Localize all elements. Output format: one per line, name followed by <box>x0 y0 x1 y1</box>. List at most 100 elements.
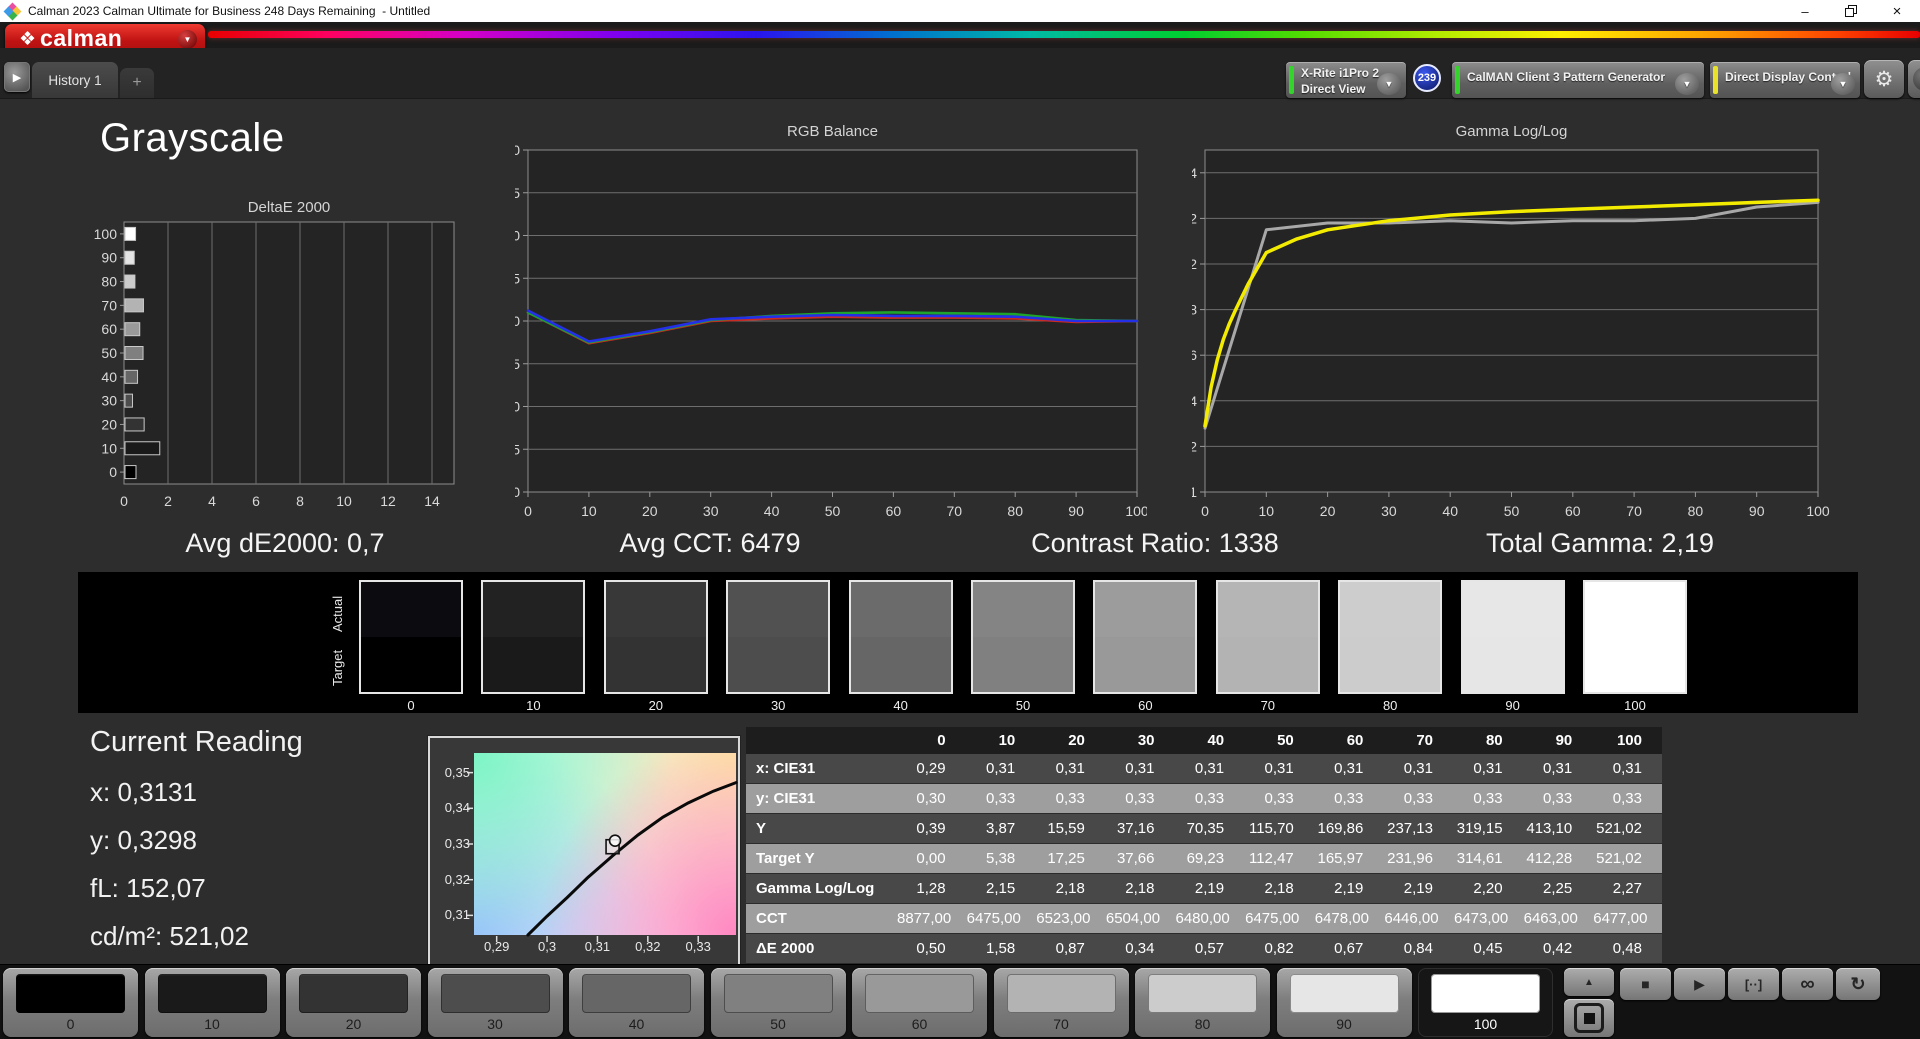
table-col-header-100: 100 <box>1592 727 1662 754</box>
measurement-table: 0 10 20 30 40 50 60 70 80 90 100 x: CIE31 0,29 0,31 0,… <box>746 727 1662 964</box>
svg-text:0: 0 <box>524 503 532 519</box>
svg-text:100: 100 <box>1125 503 1147 519</box>
svg-text:6: 6 <box>252 493 260 509</box>
swatch-target <box>1340 637 1441 692</box>
close-button[interactable]: × <box>1874 0 1920 22</box>
pattern-chip <box>1431 974 1540 1013</box>
pattern-level-button-20[interactable]: 20 <box>286 968 421 1037</box>
gamma-loglog-line-chart: Gamma Log/Log 1 1,2 1,4 1,6 1,8 2 2,2 2,4 0 10 20 30… <box>1192 123 1830 519</box>
svg-text:120: 120 <box>515 142 520 158</box>
table-cell: 15,59 <box>1035 813 1105 844</box>
cie-xtick: 0,31 <box>584 939 611 954</box>
pattern-level-button-90[interactable]: 90 <box>1276 968 1412 1037</box>
table-cell: 521,02 <box>1592 813 1662 844</box>
table-cell: 0,87 <box>1035 933 1105 964</box>
refresh-button[interactable]: ↻ <box>1836 968 1880 1000</box>
svg-text:30: 30 <box>1381 503 1397 519</box>
calman-app-window: Calman 2023 Calman Ultimate for Business… <box>0 0 1920 1039</box>
display-dropdown-arrow-icon[interactable]: ▼ <box>1831 73 1855 95</box>
table-cell: 6475,00 <box>965 903 1036 934</box>
stop-measure-button[interactable]: ■ <box>1620 968 1671 1000</box>
stat-total-gamma: Total Gamma: 2,19 <box>1485 528 1715 558</box>
table-cell: 0,31 <box>1035 754 1105 784</box>
svg-text:85: 85 <box>515 441 520 457</box>
current-reading-title: Current Reading <box>90 726 303 758</box>
svg-text:60: 60 <box>886 503 902 519</box>
pattern-level-label: 90 <box>1336 1016 1352 1032</box>
pattern-chip <box>865 974 974 1013</box>
pattern-chip <box>582 974 691 1013</box>
meter-line2: Direct View <box>1301 81 1366 96</box>
svg-text:80: 80 <box>1688 503 1704 519</box>
infinity-icon: ∞ <box>1800 972 1815 995</box>
table-cell: 6477,00 <box>1592 903 1662 934</box>
pattern-window-size-button[interactable] <box>1564 999 1614 1037</box>
svg-text:70: 70 <box>101 297 117 313</box>
meter-label: X-Rite i1Pro 2 Direct View <box>1301 66 1379 97</box>
swatch-actual <box>361 582 461 637</box>
restore-button[interactable] <box>1828 0 1874 22</box>
meter-status-stripe <box>1289 66 1294 94</box>
single-read-button[interactable]: [··] <box>1728 968 1779 1000</box>
play-icon: ▶ <box>1694 975 1705 992</box>
pattern-level-button-0[interactable]: 0 <box>3 968 138 1037</box>
toolbar: ▶ History 1 + X-Rite i1Pro 2 Direct View… <box>0 48 1920 99</box>
minimize-button[interactable]: – <box>1782 0 1828 22</box>
pattern-level-button-40[interactable]: 40 <box>569 968 704 1037</box>
table-cell: 0,33 <box>1244 783 1314 814</box>
cie-ytick: 0,31 <box>444 907 470 923</box>
tab-history-1[interactable]: History 1 <box>32 62 118 98</box>
swatch-target <box>728 637 829 692</box>
strip-swatch-label: 0 <box>407 698 415 713</box>
pattern-level-button-10[interactable]: 10 <box>144 968 280 1037</box>
table-cell: 0,31 <box>1592 754 1662 784</box>
pattern-level-button-80[interactable]: 80 <box>1135 968 1270 1037</box>
pattern-level-button-50[interactable]: 50 <box>710 968 846 1037</box>
pattern-level-button-70[interactable]: 70 <box>993 968 1129 1037</box>
settings-button[interactable]: ⚙ <box>1864 60 1904 98</box>
workflow-nav-button[interactable]: ▶ <box>4 62 30 92</box>
pattern-source-dropdown[interactable]: CalMAN Client 3 Pattern Generator ▼ <box>1452 62 1704 98</box>
meter-dropdown-arrow-icon[interactable]: ▼ <box>1377 73 1401 95</box>
table-cell: 0,31 <box>1174 754 1245 784</box>
table-cell: 0,67 <box>1313 933 1384 964</box>
pattern-level-button-60[interactable]: 60 <box>852 968 987 1037</box>
svg-text:4: 4 <box>208 493 216 509</box>
logo-menu-arrow-icon[interactable]: ▼ <box>178 30 197 49</box>
source-dropdown-arrow-icon[interactable]: ▼ <box>1675 73 1699 95</box>
strip-swatch-60 <box>1093 580 1198 694</box>
table-cell: 70,35 <box>1174 813 1245 844</box>
cie-ytick: 0,32 <box>444 871 470 887</box>
svg-text:30: 30 <box>101 393 117 409</box>
pattern-chip <box>1289 974 1399 1013</box>
table-col-header-0: 0 <box>896 727 966 754</box>
play-measure-button[interactable]: ▶ <box>1674 968 1725 1000</box>
table-cell: 69,23 <box>1174 843 1245 874</box>
strip-swatch-20 <box>603 580 708 694</box>
swatch-actual <box>1217 582 1318 637</box>
pattern-source-label: CalMAN Client 3 Pattern Generator <box>1467 70 1666 84</box>
table-cell: 0,33 <box>1522 783 1593 814</box>
pattern-level-button-30[interactable]: 30 <box>427 968 563 1037</box>
svg-text:80: 80 <box>515 484 520 500</box>
table-cell: 0,33 <box>1035 783 1105 814</box>
meter-dropdown[interactable]: X-Rite i1Pro 2 Direct View ▼ <box>1286 62 1406 98</box>
add-tab-button[interactable]: + <box>120 68 154 98</box>
table-cell: 0,34 <box>1104 933 1175 964</box>
table-row-label: x: CIE31 <box>746 754 896 784</box>
deltae-bar-100 <box>124 226 137 241</box>
display-control-dropdown[interactable]: Direct Display Control ▼ <box>1710 62 1860 98</box>
pattern-level-button-100[interactable]: 100 <box>1418 968 1553 1037</box>
table-cell: 37,16 <box>1104 813 1175 844</box>
meter-line1: X-Rite i1Pro 2 <box>1301 66 1380 80</box>
strip-swatch-0 <box>359 580 463 694</box>
pattern-level-label: 50 <box>770 1016 786 1032</box>
continuous-read-button[interactable]: ∞ <box>1782 968 1833 1000</box>
pattern-level-label: 60 <box>911 1016 928 1032</box>
svg-text:115: 115 <box>515 185 520 201</box>
svg-text:50: 50 <box>825 503 841 519</box>
pattern-window-up-button[interactable]: ▲ <box>1564 968 1614 996</box>
collapse-panel-button[interactable]: ◀ <box>1908 60 1920 98</box>
table-cell: 2,18 <box>1104 873 1175 904</box>
table-col-header-30: 30 <box>1104 727 1175 754</box>
